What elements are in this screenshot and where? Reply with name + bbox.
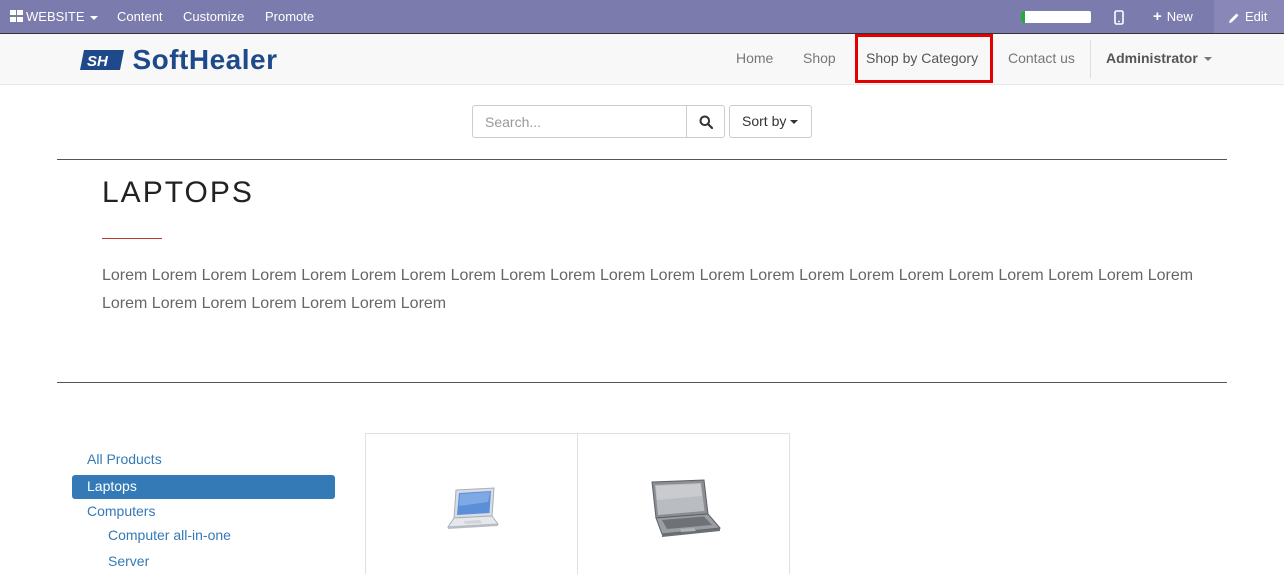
svg-text:SH: SH xyxy=(87,53,109,70)
plus-icon: + xyxy=(1153,8,1162,25)
progress-fill xyxy=(1021,11,1025,23)
category-description: Lorem Lorem Lorem Lorem Lorem Lorem Lore… xyxy=(102,267,1194,312)
divider xyxy=(57,382,1227,383)
admin-bar: WEBSITE Content Customize Promote + New E… xyxy=(0,0,1284,33)
logo-text: SoftHealer xyxy=(132,44,278,75)
edit-button[interactable]: Edit xyxy=(1228,0,1267,33)
nav-contact-us[interactable]: Contact us xyxy=(1008,34,1075,84)
sort-by-label: Sort by xyxy=(742,113,787,129)
sidebar-item-server[interactable]: Server xyxy=(108,553,149,569)
sort-by-button[interactable]: Sort by xyxy=(729,105,812,138)
search-input[interactable] xyxy=(472,105,687,138)
user-label: Administrator xyxy=(1106,50,1198,66)
caret-down-icon xyxy=(1203,57,1212,62)
site-logo[interactable]: SH SoftHealer xyxy=(80,45,278,75)
new-button[interactable]: + New xyxy=(1153,0,1193,33)
search-icon xyxy=(699,115,713,129)
sidebar-item-computer-all-in-one[interactable]: Computer all-in-one xyxy=(108,527,231,543)
category-title: LAPTOPS xyxy=(102,176,254,209)
user-menu[interactable]: Administrator xyxy=(1106,34,1212,84)
sidebar-item-computers[interactable]: Computers xyxy=(87,503,155,519)
laptop-product-image[interactable] xyxy=(646,478,722,540)
search-button[interactable] xyxy=(686,105,725,138)
mobile-icon xyxy=(1114,10,1124,25)
edit-label: Edit xyxy=(1245,9,1268,24)
sidebar-item-laptops[interactable]: Laptops xyxy=(72,475,335,499)
progress-bar xyxy=(1021,11,1091,23)
website-label: WEBSITE xyxy=(26,9,85,24)
laptop-product-image[interactable] xyxy=(444,486,500,532)
pencil-icon xyxy=(1229,13,1239,23)
divider xyxy=(57,159,1227,160)
sidebar-item-all-products[interactable]: All Products xyxy=(87,451,162,467)
website-menu[interactable]: WEBSITE xyxy=(10,0,98,33)
admin-menu-promote[interactable]: Promote xyxy=(265,0,314,33)
product-card[interactable] xyxy=(365,433,578,574)
caret-down-icon xyxy=(89,15,98,20)
admin-menu-customize[interactable]: Customize xyxy=(183,0,244,33)
apps-grid-icon xyxy=(10,10,23,22)
product-card[interactable] xyxy=(577,433,790,574)
site-header: SH SoftHealer Home Shop Shop by Category… xyxy=(0,33,1284,85)
admin-menu-content[interactable]: Content xyxy=(117,0,163,33)
softhealer-logo-mark: SH xyxy=(80,50,124,70)
title-underline xyxy=(102,238,162,239)
nav-shop[interactable]: Shop xyxy=(803,34,836,84)
nav-divider xyxy=(1090,40,1091,78)
nav-shop-by-category[interactable]: Shop by Category xyxy=(866,34,978,84)
nav-home[interactable]: Home xyxy=(736,34,773,84)
new-label: New xyxy=(1166,9,1193,24)
caret-down-icon xyxy=(790,120,799,125)
mobile-preview-button[interactable] xyxy=(1114,0,1124,33)
